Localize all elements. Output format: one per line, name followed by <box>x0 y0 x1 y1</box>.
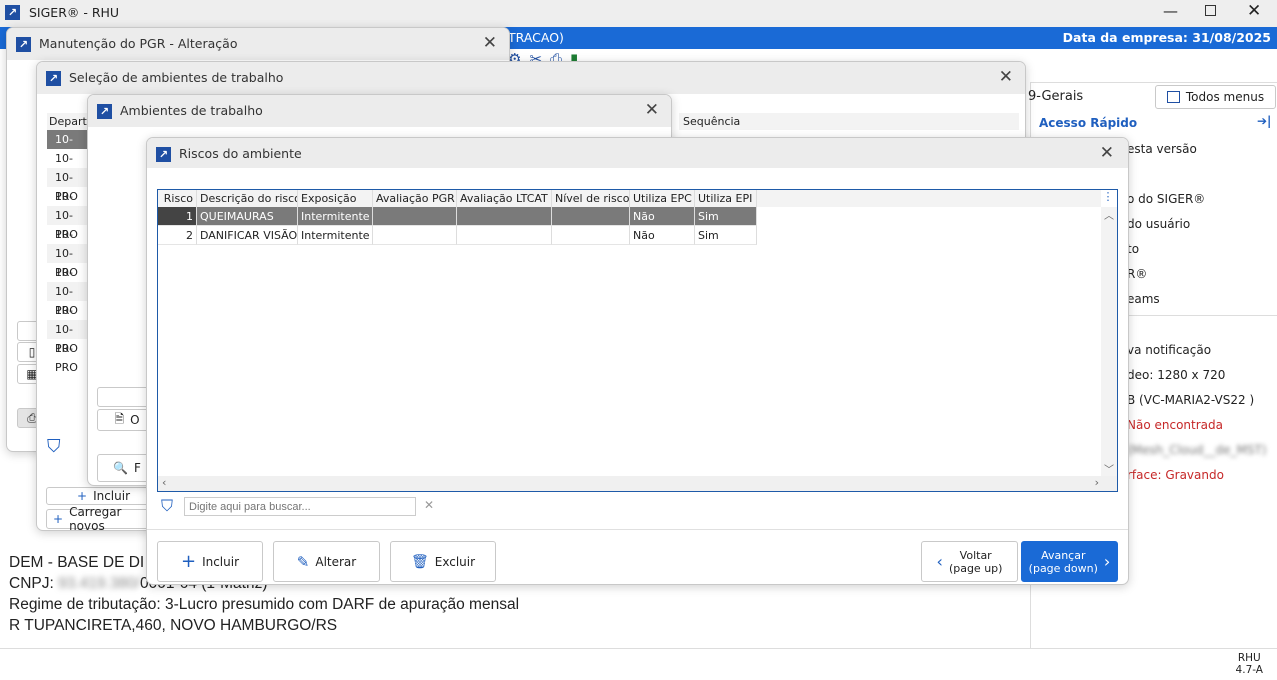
list-item[interactable]: 10-PRO <box>47 244 87 279</box>
minimize-button[interactable]: — <box>1163 2 1178 20</box>
column-header-sequencia: Sequência <box>679 113 1019 130</box>
quick-item[interactable]: R® <box>1127 267 1147 281</box>
app-titlebar: ↗ SIGER® - RHU — ✕ <box>0 0 1277 27</box>
trash-icon: 🗑 <box>410 553 429 570</box>
company-address: R TUPANCIRETA,460, NOVO HAMBURGO/RS <box>9 617 338 634</box>
table-cell <box>457 207 552 226</box>
incluir-button[interactable]: + Incluir <box>46 487 156 505</box>
clear-search-icon[interactable]: ✕ <box>424 498 434 512</box>
window-logo-icon: ↗ <box>156 147 171 162</box>
table-cell <box>552 226 630 245</box>
horizontal-scrollbar[interactable]: ‹ › <box>158 476 1117 491</box>
app-logo-icon: ↗ <box>5 5 20 20</box>
window-logo-icon: ↗ <box>46 71 61 86</box>
close-button[interactable]: ✕ <box>1100 143 1114 163</box>
table-cell: Sim <box>695 207 757 226</box>
table-cell: Não <box>630 207 695 226</box>
table-cell: DANIFICAR VISÃO <box>197 226 298 245</box>
column-header[interactable]: Descrição do risco <box>197 190 298 207</box>
incluir-button[interactable]: + Incluir <box>157 541 263 582</box>
company-date: Data da empresa: 31/08/2025 <box>1062 30 1271 45</box>
risks-grid: Risco Descrição do risco Exposição Avaliaçã… <box>157 189 1118 492</box>
pencil-icon: ✎ <box>296 552 310 571</box>
alterar-button[interactable]: ✎ Alterar <box>273 541 380 582</box>
window-logo-icon: ↗ <box>97 104 112 119</box>
quick-item[interactable]: eams <box>1127 292 1160 306</box>
close-button[interactable]: ✕ <box>483 33 497 53</box>
avancar-button[interactable]: Avançar (page down) › <box>1021 541 1118 582</box>
excluir-button[interactable]: 🗑 Excluir <box>390 541 496 582</box>
window-title: Riscos do ambiente <box>179 146 302 161</box>
menu-icon <box>1166 91 1180 103</box>
grid-options-icon[interactable]: ⋮ <box>1101 190 1115 207</box>
chevron-right-icon: › <box>1103 552 1111 571</box>
table-cell: Intermitente <box>298 207 373 226</box>
list-item[interactable]: 10-PRO <box>47 149 87 184</box>
window-riscos-ambiente: ↗ Riscos do ambiente ✕ Risco Descrição do r… <box>146 137 1129 585</box>
list-item[interactable]: 10-PRO <box>47 187 87 222</box>
column-header[interactable]: Nível de risco <box>552 190 630 207</box>
app-title: SIGER® - RHU <box>29 5 120 20</box>
table-cell: Não <box>630 226 695 245</box>
table-cell: 2 <box>158 226 197 245</box>
table-cell <box>457 226 552 245</box>
quick-item[interactable]: do usuário <box>1127 217 1190 231</box>
column-header[interactable]: Exposição <box>298 190 373 207</box>
list-item[interactable]: 10-PRO <box>47 130 87 165</box>
list-item[interactable]: 10-PRO <box>47 282 87 317</box>
window-title: Ambientes de trabalho <box>120 103 263 118</box>
voltar-button[interactable]: ‹ Voltar (page up) <box>921 541 1018 582</box>
table-cell: Sim <box>695 226 757 245</box>
maximize-button[interactable] <box>1205 5 1216 16</box>
close-button[interactable]: ✕ <box>999 67 1013 87</box>
info-line: rface: Gravando <box>1127 468 1224 482</box>
chevron-left-icon: ‹ <box>936 552 943 571</box>
close-button[interactable]: ✕ <box>645 100 659 120</box>
list-item[interactable]: 10-PRO <box>47 206 87 241</box>
list-item[interactable]: 10-PRO <box>47 301 87 336</box>
tax-regime: Regime de tributação: 3-Lucro presumido … <box>9 596 520 613</box>
collapse-panel-icon[interactable]: ➔| <box>1257 114 1271 128</box>
filter-icon: ⛉ <box>47 436 61 457</box>
window-logo-icon: ↗ <box>16 37 31 52</box>
table-cell <box>552 207 630 226</box>
quick-item[interactable]: esta versão <box>1127 142 1197 156</box>
filter-icon: ⛉ <box>161 496 174 515</box>
blurred-info: (Mesh_Cloud__de_MST) <box>1127 443 1267 457</box>
column-header[interactable]: Avaliação PGR <box>373 190 457 207</box>
module-label: 9-Gerais <box>1028 89 1084 104</box>
close-app-button[interactable]: ✕ <box>1247 1 1261 21</box>
list-item[interactable]: 10-PRO <box>47 225 87 260</box>
quick-access-title: Acesso Rápido <box>1039 116 1138 130</box>
info-line: B (VC-MARIA2-VS22 ) <box>1127 393 1255 407</box>
version-footer: RHU 4.7-A <box>1235 652 1263 676</box>
list-item[interactable]: 10-PRO <box>47 320 87 355</box>
table-cell: QUEIMAURAS <box>197 207 298 226</box>
column-header[interactable]: Avaliação LTCAT <box>457 190 552 207</box>
table-cell: 1 <box>158 207 197 226</box>
window-title: Seleção de ambientes de trabalho <box>69 70 284 85</box>
all-menus-button[interactable]: Todos menus <box>1155 85 1276 109</box>
info-line: deo: 1280 x 720 <box>1127 368 1226 382</box>
carregar-novos-button[interactable]: + Carregar novos <box>46 505 156 530</box>
table-cell <box>373 226 457 245</box>
vertical-scrollbar[interactable]: ︿ ﹀ <box>1101 207 1117 476</box>
search-input[interactable] <box>184 497 416 516</box>
column-header[interactable]: Risco <box>158 190 197 207</box>
window-title: Manutenção do PGR - Alteração <box>39 36 238 51</box>
plus-icon: + <box>180 551 197 572</box>
list-item[interactable]: 10-PRO <box>47 263 87 298</box>
column-header[interactable]: Utiliza EPC <box>630 190 695 207</box>
quick-item[interactable]: o do SIGER® <box>1127 192 1205 206</box>
list-item[interactable]: 10-PRO <box>47 168 87 203</box>
column-header[interactable]: Utiliza EPI <box>695 190 757 207</box>
info-line: va notificação <box>1127 343 1212 357</box>
info-line: Não encontrada <box>1127 418 1223 432</box>
table-cell: Intermitente <box>298 226 373 245</box>
list-item[interactable]: 10-PRO <box>47 339 87 374</box>
table-cell <box>373 207 457 226</box>
module-title-fragment: TRACAO) <box>508 30 564 45</box>
